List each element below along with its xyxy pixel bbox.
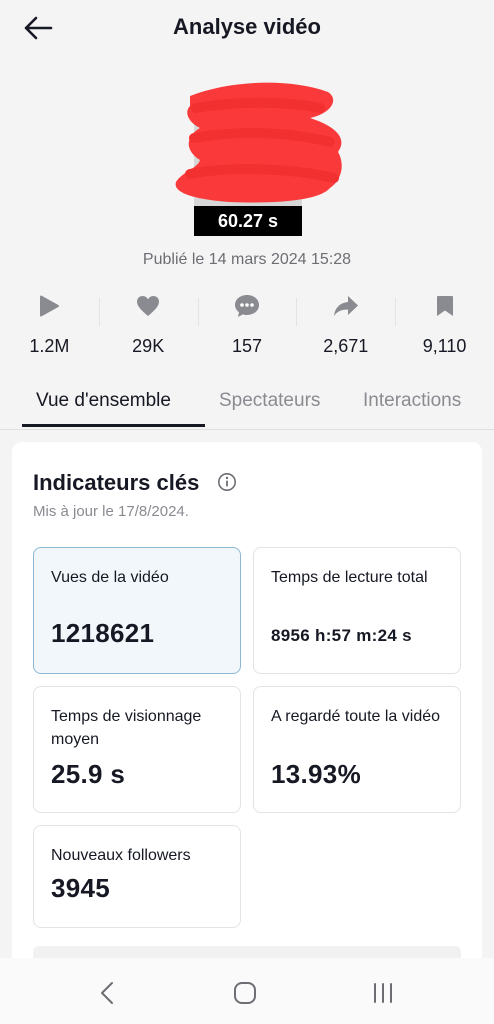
bookmark-icon bbox=[436, 296, 453, 316]
stats-row: 1.2M 29K 157 2,671 9,110 bbox=[0, 292, 494, 362]
key-metrics-card: Indicateurs clés Mis à jour le 17/8/2024… bbox=[12, 442, 482, 982]
nav-home-button[interactable] bbox=[230, 978, 260, 1008]
system-nav-bar bbox=[0, 958, 494, 1024]
stat-value: 9,110 bbox=[422, 336, 467, 356]
nav-recents-icon bbox=[374, 983, 392, 1003]
stat-views: 1.2M bbox=[0, 292, 99, 362]
censor-scribble bbox=[175, 82, 342, 203]
stat-likes: 29K bbox=[98, 292, 198, 362]
heart-icon bbox=[137, 296, 160, 316]
nav-home-icon bbox=[234, 982, 256, 1004]
metric-total-watch-time[interactable]: Temps de lecture total 8956 h:57 m:24 s bbox=[253, 547, 461, 674]
metric-label: Vues de la vidéo bbox=[51, 569, 169, 586]
metric-full-video-watched[interactable]: A regardé toute la vidéo 13.93% bbox=[253, 686, 461, 813]
stat-shares: 2,671 bbox=[296, 292, 395, 362]
nav-back-button[interactable] bbox=[92, 978, 122, 1008]
metric-avg-watch-time[interactable]: Temps de visionnage moyen 25.9 s bbox=[33, 686, 241, 813]
comment-icon bbox=[234, 295, 259, 317]
metric-value: 8956 h:57 m:24 s bbox=[271, 626, 412, 645]
metric-label: A regardé toute la vidéo bbox=[271, 708, 441, 725]
metric-value: 1218621 bbox=[51, 618, 155, 648]
metric-video-views[interactable]: Vues de la vidéo 1218621 bbox=[33, 547, 241, 674]
header: Analyse vidéo bbox=[0, 0, 494, 56]
play-icon bbox=[40, 295, 60, 317]
stat-comments: 157 bbox=[197, 292, 297, 362]
share-icon bbox=[333, 296, 358, 316]
metric-value: 13.93% bbox=[271, 759, 361, 789]
metric-label: Temps de visionnage moyen bbox=[51, 708, 202, 748]
tab-indicator bbox=[22, 424, 205, 427]
stat-value: 29K bbox=[132, 336, 165, 356]
screen: Analyse vidéo 60.27 s Publié le 14 mars … bbox=[0, 0, 494, 1024]
metric-label: Temps de lecture total bbox=[271, 569, 428, 586]
stat-value: 2,671 bbox=[323, 336, 369, 356]
page-title: Analyse vidéo bbox=[173, 14, 321, 39]
video-thumbnail[interactable]: 60.27 s bbox=[170, 78, 350, 238]
tab-bar: Vue d'ensemble Spectateurs Interactions bbox=[0, 380, 494, 430]
nav-back-icon bbox=[101, 982, 113, 1004]
nav-recents-button[interactable] bbox=[368, 978, 398, 1008]
metric-label: Nouveaux followers bbox=[51, 847, 191, 864]
stat-saves: 9,110 bbox=[395, 292, 494, 362]
info-icon[interactable] bbox=[217, 472, 237, 492]
updated-date: Mis à jour le 17/8/2024. bbox=[33, 503, 189, 520]
metric-value: 25.9 s bbox=[51, 759, 126, 789]
video-duration: 60.27 s bbox=[194, 206, 302, 236]
metric-new-followers[interactable]: Nouveaux followers 3945 bbox=[33, 825, 241, 928]
tab-interactions[interactable]: Interactions bbox=[363, 390, 461, 412]
publish-date: Publié le 14 mars 2024 15:28 bbox=[142, 251, 352, 268]
metric-value: 3945 bbox=[51, 873, 111, 903]
stat-value: 1.2M bbox=[29, 336, 70, 356]
card-title: Indicateurs clés bbox=[33, 470, 200, 495]
stat-value: 157 bbox=[231, 336, 263, 356]
tab-overview[interactable]: Vue d'ensemble bbox=[36, 390, 171, 412]
tab-viewers[interactable]: Spectateurs bbox=[219, 390, 320, 412]
